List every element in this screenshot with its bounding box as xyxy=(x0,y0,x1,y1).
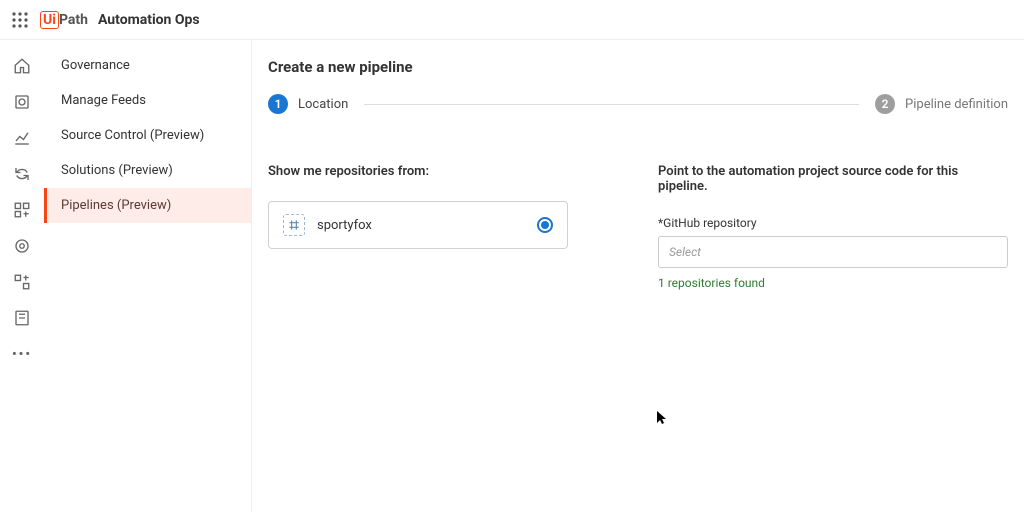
grid-plus-icon[interactable] xyxy=(12,200,32,220)
step-label: Location xyxy=(298,97,348,112)
sidebar-item-manage-feeds[interactable]: Manage Feeds xyxy=(44,83,251,118)
more-icon[interactable]: ••• xyxy=(12,344,32,364)
home-icon[interactable] xyxy=(12,56,32,76)
target-icon[interactable] xyxy=(12,236,32,256)
sidebar-item-pipelines[interactable]: Pipelines (Preview) xyxy=(44,188,251,223)
app-title: Automation Ops xyxy=(98,12,200,28)
step-label: Pipeline definition xyxy=(905,97,1008,112)
repo-icon xyxy=(283,214,305,236)
modules-icon[interactable] xyxy=(12,272,32,292)
step-location[interactable]: 1 Location xyxy=(268,94,348,114)
brand: UiPath Automation Ops xyxy=(40,12,200,28)
repositories-found-text: 1 repositories found xyxy=(658,276,1008,290)
topbar: UiPath Automation Ops xyxy=(0,0,1024,40)
page-title: Create a new pipeline xyxy=(268,58,1008,76)
refresh-icon[interactable] xyxy=(12,164,32,184)
sidebar: Governance Manage Feeds Source Control (… xyxy=(44,40,252,512)
sidebar-item-solutions[interactable]: Solutions (Preview) xyxy=(44,153,251,188)
repositories-heading: Show me repositories from: xyxy=(268,164,618,179)
step-connector xyxy=(364,104,859,105)
sidebar-item-source-control[interactable]: Source Control (Preview) xyxy=(44,118,251,153)
step-pipeline-definition[interactable]: 2 Pipeline definition xyxy=(875,94,1008,114)
repositories-column: Show me repositories from: sportyfox xyxy=(268,164,618,290)
project-source-column: Point to the automation project source c… xyxy=(658,164,1008,290)
github-repo-label: *GitHub repository xyxy=(658,216,1008,230)
radio-selected-dot xyxy=(541,221,549,229)
main-content: Create a new pipeline 1 Location 2 Pipel… xyxy=(252,40,1024,512)
brand-logo: UiPath xyxy=(40,12,88,28)
app-launcher-icon[interactable] xyxy=(8,8,32,32)
project-source-heading: Point to the automation project source c… xyxy=(658,164,1008,194)
icon-rail: ••• xyxy=(0,40,44,512)
step-number-badge: 2 xyxy=(875,94,895,114)
sidebar-item-governance[interactable]: Governance xyxy=(44,48,251,83)
server-icon[interactable] xyxy=(12,308,32,328)
repo-radio[interactable] xyxy=(537,217,553,233)
repo-name: sportyfox xyxy=(317,218,372,233)
github-repo-select[interactable]: Select xyxy=(658,236,1008,268)
chart-icon[interactable] xyxy=(12,128,32,148)
stepper: 1 Location 2 Pipeline definition xyxy=(268,94,1008,114)
repo-option-card[interactable]: sportyfox xyxy=(268,201,568,249)
cube-icon[interactable] xyxy=(12,92,32,112)
step-number-badge: 1 xyxy=(268,94,288,114)
